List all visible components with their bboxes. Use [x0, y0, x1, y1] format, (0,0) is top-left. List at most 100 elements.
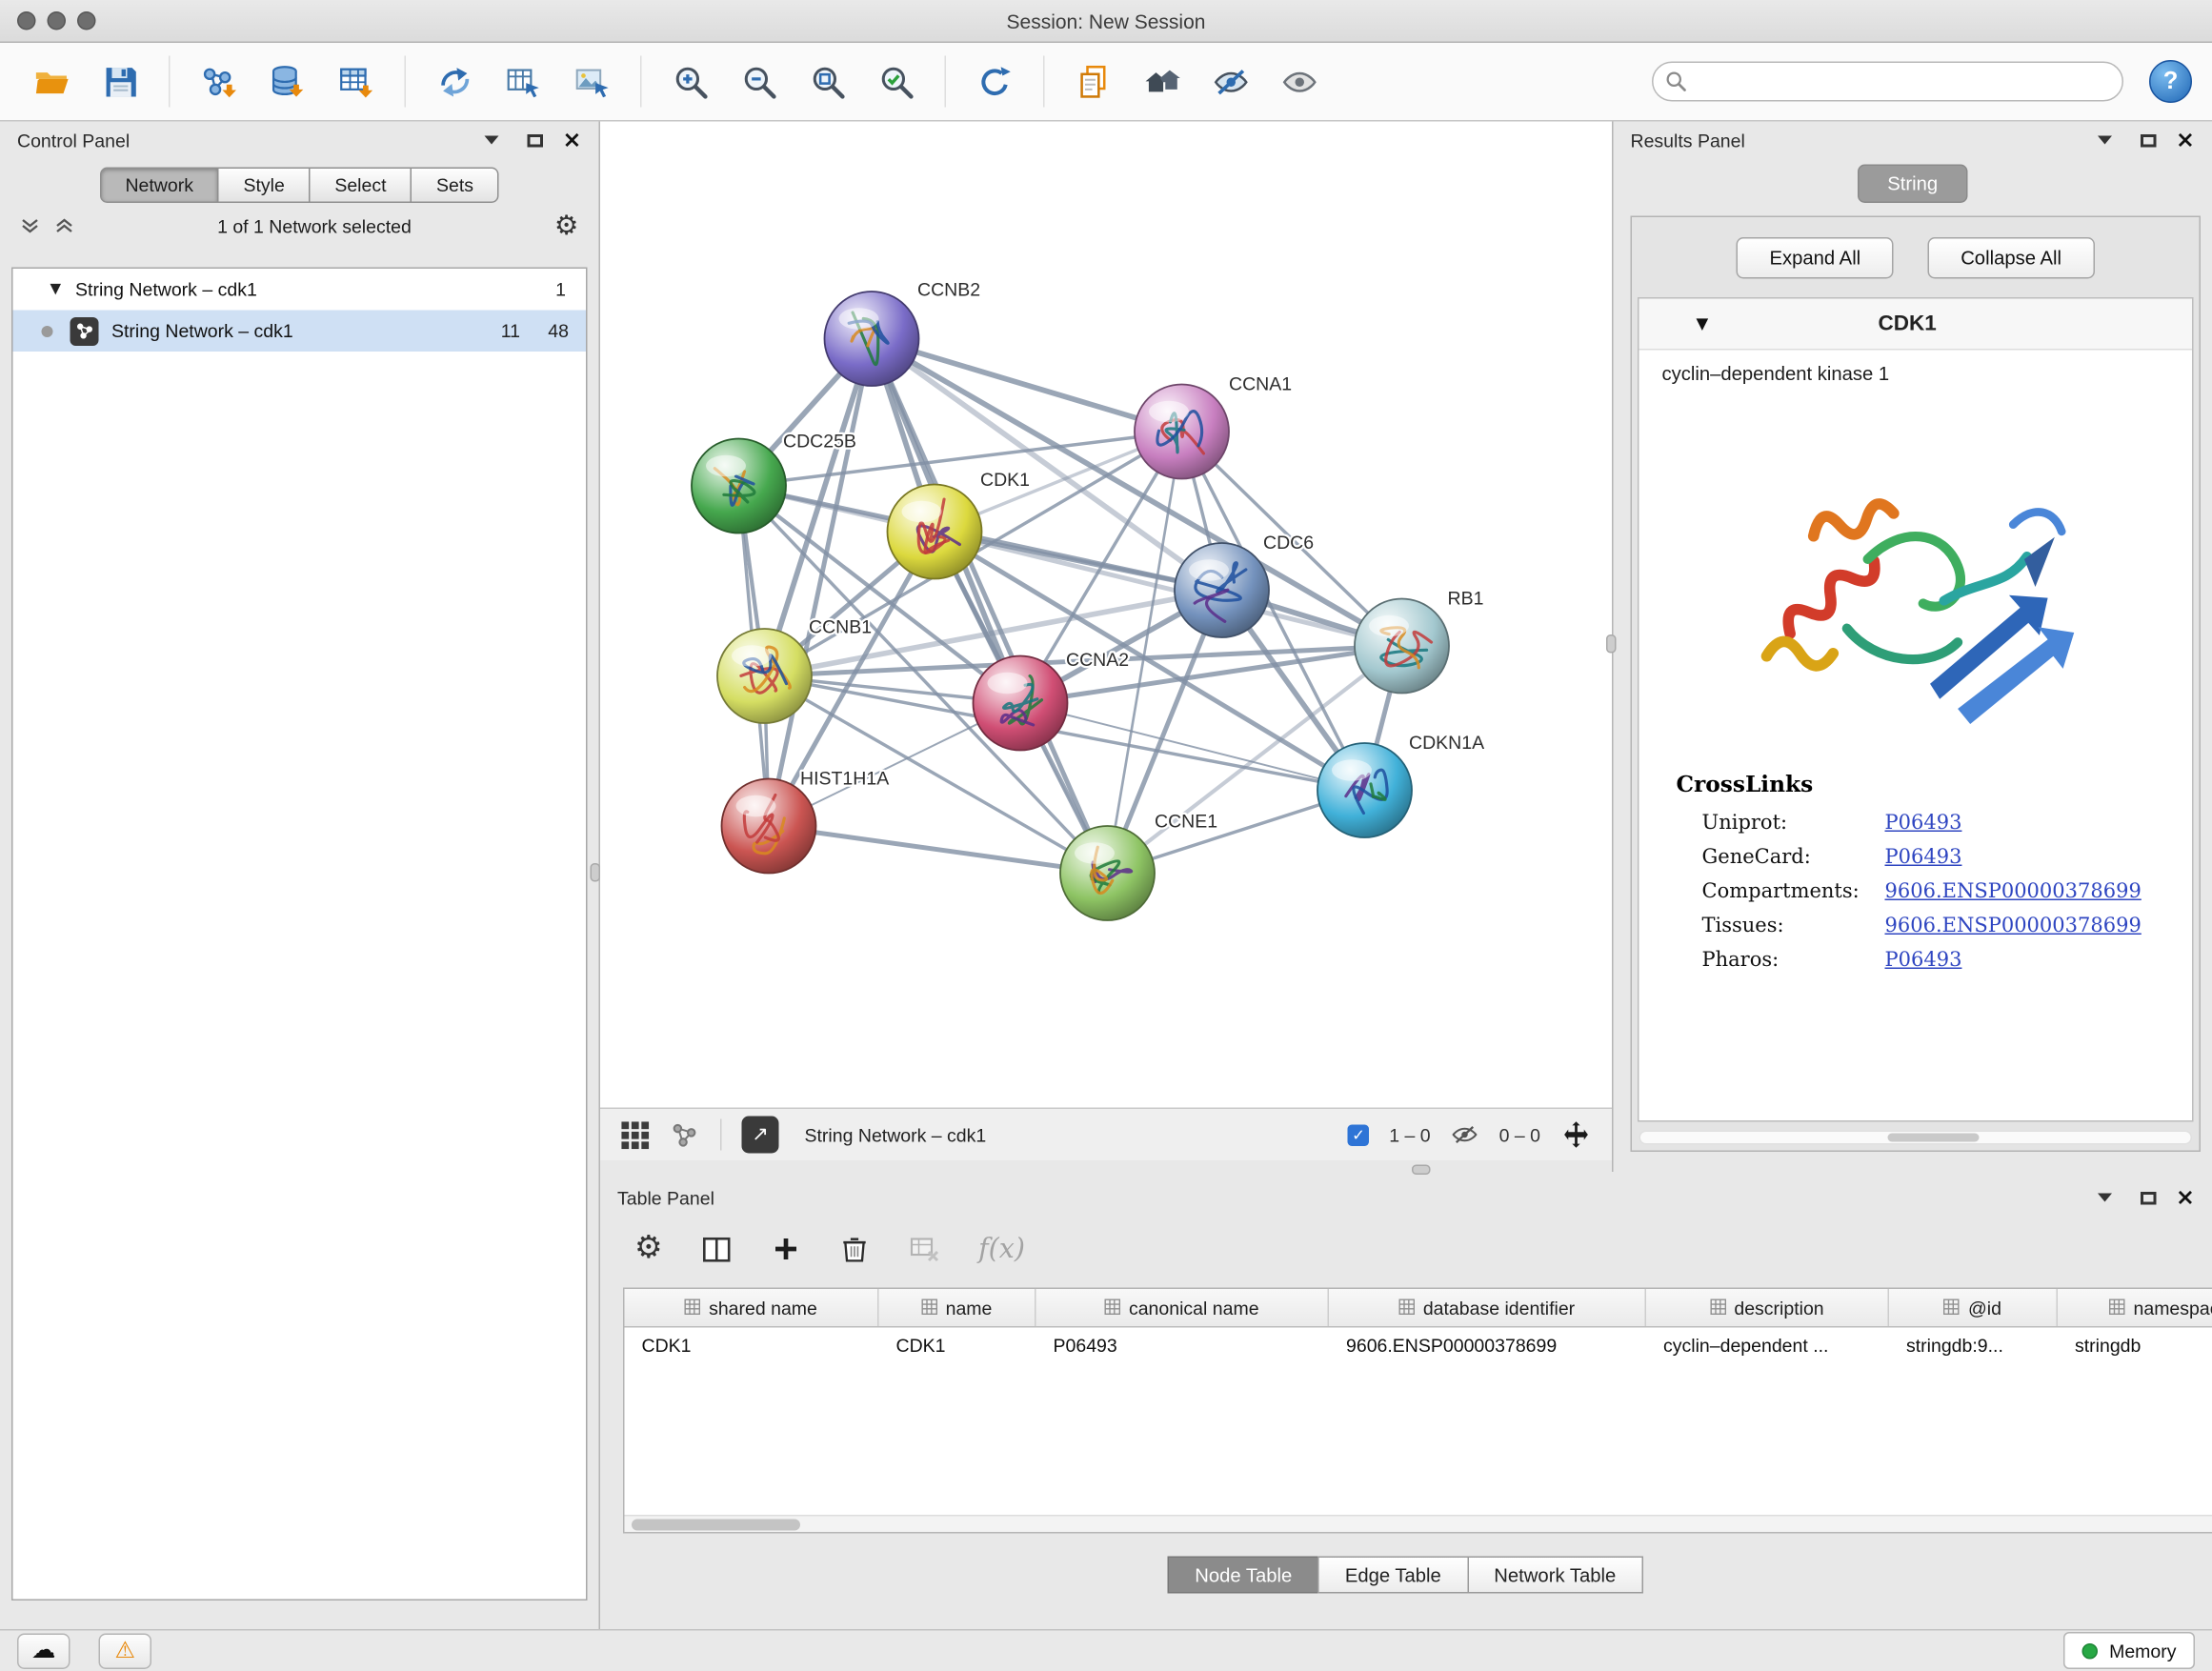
table-cell[interactable]: stringdb:9...: [1889, 1328, 2058, 1365]
panel-close-icon[interactable]: ×: [562, 129, 581, 151]
home-button[interactable]: [1131, 50, 1194, 113]
crosslink-link[interactable]: P06493: [1885, 949, 1962, 972]
column-header-database-identifier[interactable]: database identifier: [1329, 1289, 1646, 1326]
tab-network-table[interactable]: Network Table: [1467, 1557, 1643, 1594]
open-session-button[interactable]: [20, 50, 83, 113]
disclosure-triangle-icon[interactable]: ▼: [50, 282, 62, 298]
zoom-fit-button[interactable]: [796, 50, 859, 113]
table-row[interactable]: CDK1CDK1P064939606.ENSP00000378699cyclin…: [625, 1328, 2212, 1365]
delete-table-icon[interactable]: [907, 1232, 941, 1266]
network-edge[interactable]: [769, 826, 1108, 874]
network-node-hist1h1a[interactable]: [722, 779, 816, 874]
network-row-selected[interactable]: String Network – cdk1 11 48: [13, 311, 587, 352]
splitter-handle[interactable]: [1606, 634, 1617, 654]
scrollbar-thumb[interactable]: [1888, 1134, 1980, 1142]
expand-all-button[interactable]: Expand All: [1737, 237, 1894, 279]
tab-style[interactable]: Style: [219, 168, 311, 204]
show-all-button[interactable]: [1268, 50, 1331, 113]
help-button[interactable]: ?: [2149, 60, 2192, 103]
grid-view-icon[interactable]: [620, 1119, 651, 1150]
splitter-handle[interactable]: [1412, 1165, 1431, 1176]
table-settings-gear-icon[interactable]: ⚙: [634, 1234, 663, 1265]
panel-float-icon[interactable]: [2140, 133, 2156, 147]
table-cell[interactable]: 9606.ENSP00000378699: [1329, 1328, 1646, 1365]
network-from-selection-button[interactable]: [423, 50, 486, 113]
expand-all-chevrons-icon[interactable]: [54, 216, 74, 236]
memory-button[interactable]: Memory: [2063, 1632, 2195, 1669]
table-cell[interactable]: P06493: [1036, 1328, 1330, 1365]
hidden-eye-slash-icon[interactable]: [1451, 1120, 1479, 1149]
network-canvas[interactable]: CCNB2CCNA1CDC25BCDK1CDC6RB1CCNB1CCNA2CDK…: [600, 122, 1612, 1108]
hide-selection-button[interactable]: [1199, 50, 1262, 113]
column-header-name[interactable]: name: [879, 1289, 1036, 1326]
network-node-cdkn1a[interactable]: [1317, 743, 1412, 837]
apply-layout-button[interactable]: [963, 50, 1026, 113]
collapse-all-chevrons-icon[interactable]: [20, 216, 40, 236]
window-minimize-button[interactable]: [48, 11, 67, 30]
network-view[interactable]: CCNB2CCNA1CDC25BCDK1CDC6RB1CCNB1CCNA2CDK…: [600, 122, 1612, 1161]
column-header-canonical-name[interactable]: canonical name: [1036, 1289, 1330, 1326]
column-header-shared-name[interactable]: shared name: [625, 1289, 879, 1326]
tab-edge-table[interactable]: Edge Table: [1317, 1557, 1468, 1594]
network-node-cdk1[interactable]: [888, 485, 982, 579]
panel-menu-icon[interactable]: [2097, 1194, 2111, 1202]
network-edge[interactable]: [872, 339, 1108, 874]
import-network-file-button[interactable]: [188, 50, 251, 113]
window-zoom-button[interactable]: [77, 11, 96, 30]
import-network-database-button[interactable]: [256, 50, 319, 113]
zoom-selected-button[interactable]: [865, 50, 928, 113]
table-cell[interactable]: stringdb: [2058, 1328, 2212, 1365]
search-input[interactable]: [1652, 62, 2123, 102]
collapse-all-button[interactable]: Collapse All: [1928, 237, 2095, 279]
copy-button[interactable]: [1062, 50, 1125, 113]
tab-string[interactable]: String: [1858, 165, 1968, 204]
import-table-button[interactable]: [325, 50, 388, 113]
warnings-button[interactable]: ⚠: [99, 1633, 152, 1669]
network-node-ccnb1[interactable]: [717, 629, 812, 723]
panel-close-icon[interactable]: ×: [2176, 1186, 2195, 1209]
window-close-button[interactable]: [17, 11, 36, 30]
zoom-out-button[interactable]: [728, 50, 791, 113]
function-builder-icon[interactable]: f(x): [978, 1234, 1025, 1265]
network-node-cdc6[interactable]: [1175, 543, 1269, 637]
move-crosshair-icon[interactable]: [1560, 1119, 1592, 1151]
panel-menu-icon[interactable]: [2097, 136, 2111, 145]
panel-float-icon[interactable]: [2140, 1191, 2156, 1204]
network-node-ccnb2[interactable]: [825, 292, 919, 386]
table-cell[interactable]: CDK1: [625, 1328, 879, 1365]
gene-section-header[interactable]: ▼ CDK1: [1639, 299, 2193, 351]
show-columns-icon[interactable]: [700, 1233, 734, 1266]
network-node-ccne1[interactable]: [1060, 826, 1155, 920]
network-edge[interactable]: [769, 339, 872, 827]
network-node-ccna1[interactable]: [1135, 385, 1229, 479]
column-header-namespac[interactable]: namespac: [2058, 1289, 2212, 1326]
panel-menu-icon[interactable]: [484, 136, 498, 145]
panel-float-icon[interactable]: [527, 133, 543, 147]
results-horizontal-scrollbar[interactable]: [1639, 1131, 2193, 1145]
tab-network[interactable]: Network: [99, 168, 219, 204]
column-header-description[interactable]: description: [1646, 1289, 1889, 1326]
tab-sets[interactable]: Sets: [412, 168, 500, 204]
table-from-network-button[interactable]: [492, 50, 554, 113]
network-edge[interactable]: [872, 339, 1182, 433]
crosslink-link[interactable]: P06493: [1885, 812, 1962, 835]
save-session-button[interactable]: [89, 50, 151, 113]
tab-node-table[interactable]: Node Table: [1168, 1557, 1319, 1594]
birdseye-view-icon[interactable]: [671, 1119, 701, 1150]
network-node-rb1[interactable]: [1355, 599, 1449, 694]
panel-close-icon[interactable]: ×: [2176, 129, 2195, 151]
selected-checkbox-icon[interactable]: ✓: [1348, 1124, 1370, 1146]
splitter-handle[interactable]: [591, 863, 601, 882]
zoom-in-button[interactable]: [659, 50, 722, 113]
disclosure-triangle-icon[interactable]: ▼: [1697, 314, 1709, 333]
tab-select[interactable]: Select: [311, 168, 412, 204]
crosslink-link[interactable]: P06493: [1885, 846, 1962, 869]
add-column-plus-icon[interactable]: [770, 1234, 801, 1265]
column-header--id[interactable]: @id: [1889, 1289, 2058, 1326]
network-collection-row[interactable]: ▼ String Network – cdk1 1: [13, 269, 587, 311]
table-cell[interactable]: cyclin–dependent ...: [1646, 1328, 1889, 1365]
open-in-window-button[interactable]: ↗: [742, 1117, 779, 1154]
crosslink-link[interactable]: 9606.ENSP00000378699: [1885, 915, 2142, 937]
delete-column-trash-icon[interactable]: [838, 1234, 870, 1265]
crosslink-link[interactable]: 9606.ENSP00000378699: [1885, 880, 2142, 903]
